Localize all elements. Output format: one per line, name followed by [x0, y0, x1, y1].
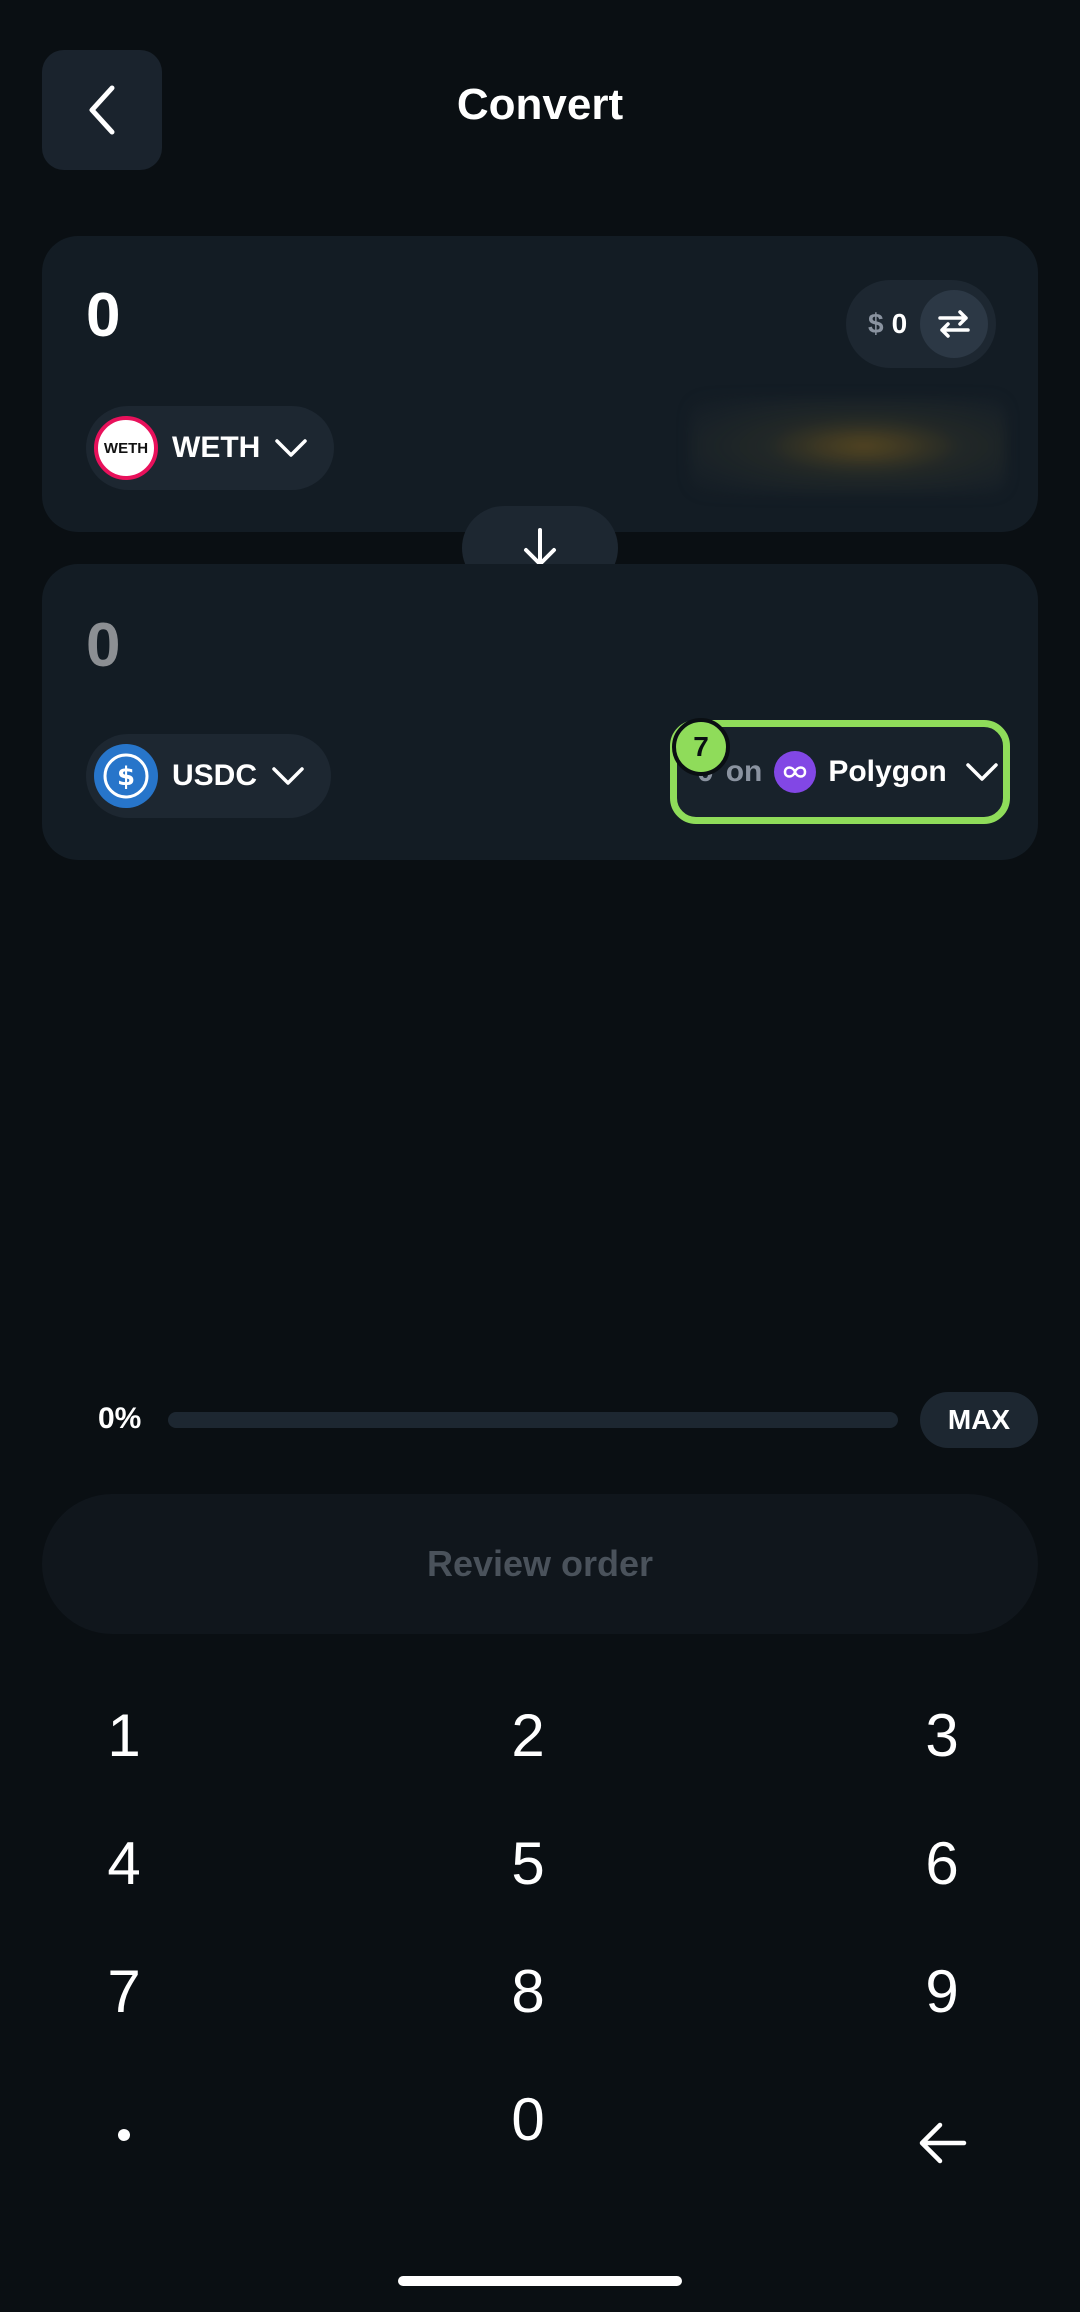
convert-screen: Convert 0 $ 0 WETH WETH 0 $ USDC on Poly… — [0, 0, 1080, 2312]
decimal-point-icon — [118, 2129, 130, 2141]
key-4[interactable]: 4 — [24, 1808, 224, 1918]
review-order-button[interactable]: Review order — [42, 1494, 1038, 1634]
key-3[interactable]: 3 — [842, 1680, 1042, 1790]
from-card: 0 $ 0 WETH WETH — [42, 236, 1038, 532]
key-7[interactable]: 7 — [24, 1936, 224, 2046]
swap-arrows-icon — [938, 310, 970, 338]
key-0[interactable]: 0 — [428, 2064, 628, 2174]
annotation-badge: 7 — [672, 718, 730, 776]
network-label: Polygon — [828, 755, 947, 788]
chevron-down-icon — [272, 767, 304, 785]
chevron-down-icon — [275, 439, 308, 457]
key-backspace[interactable] — [842, 2088, 1042, 2198]
key-6[interactable]: 6 — [842, 1808, 1042, 1918]
to-card: 0 $ USDC 0 on Polygon — [42, 564, 1038, 860]
max-button[interactable]: MAX — [920, 1392, 1038, 1448]
swap-direction-button[interactable] — [920, 290, 988, 358]
percent-label: 0% — [98, 1402, 142, 1435]
fiat-toggle[interactable]: $ 0 — [846, 280, 996, 368]
key-2[interactable]: 2 — [428, 1680, 628, 1790]
from-token-label: WETH — [172, 431, 261, 464]
page-title: Convert — [456, 80, 624, 129]
home-indicator[interactable] — [398, 2276, 682, 2286]
usdc-logo-icon: $ — [94, 744, 158, 808]
to-token-label: USDC — [172, 759, 258, 792]
backspace-arrow-icon — [919, 2122, 967, 2164]
to-token-selector[interactable]: $ USDC — [86, 734, 332, 818]
svg-text:$: $ — [117, 762, 135, 792]
blurred-balance — [690, 398, 1006, 494]
fiat-value: 0 — [891, 308, 908, 339]
weth-logo-icon: WETH — [94, 416, 158, 480]
key-8[interactable]: 8 — [428, 1936, 628, 2046]
key-decimal[interactable] — [24, 2080, 224, 2190]
to-amount: 0 — [86, 611, 121, 680]
key-5[interactable]: 5 — [428, 1808, 628, 1918]
polygon-logo-icon — [774, 751, 817, 793]
key-1[interactable]: 1 — [24, 1680, 224, 1790]
key-9[interactable]: 9 — [842, 1936, 1042, 2046]
fiat-currency: $ — [868, 308, 884, 339]
amount-slider[interactable] — [168, 1412, 898, 1428]
chevron-down-icon — [965, 763, 998, 781]
network-on-text: on — [725, 755, 763, 788]
from-amount[interactable]: 0 — [86, 280, 120, 351]
from-token-selector[interactable]: WETH WETH — [86, 406, 335, 490]
